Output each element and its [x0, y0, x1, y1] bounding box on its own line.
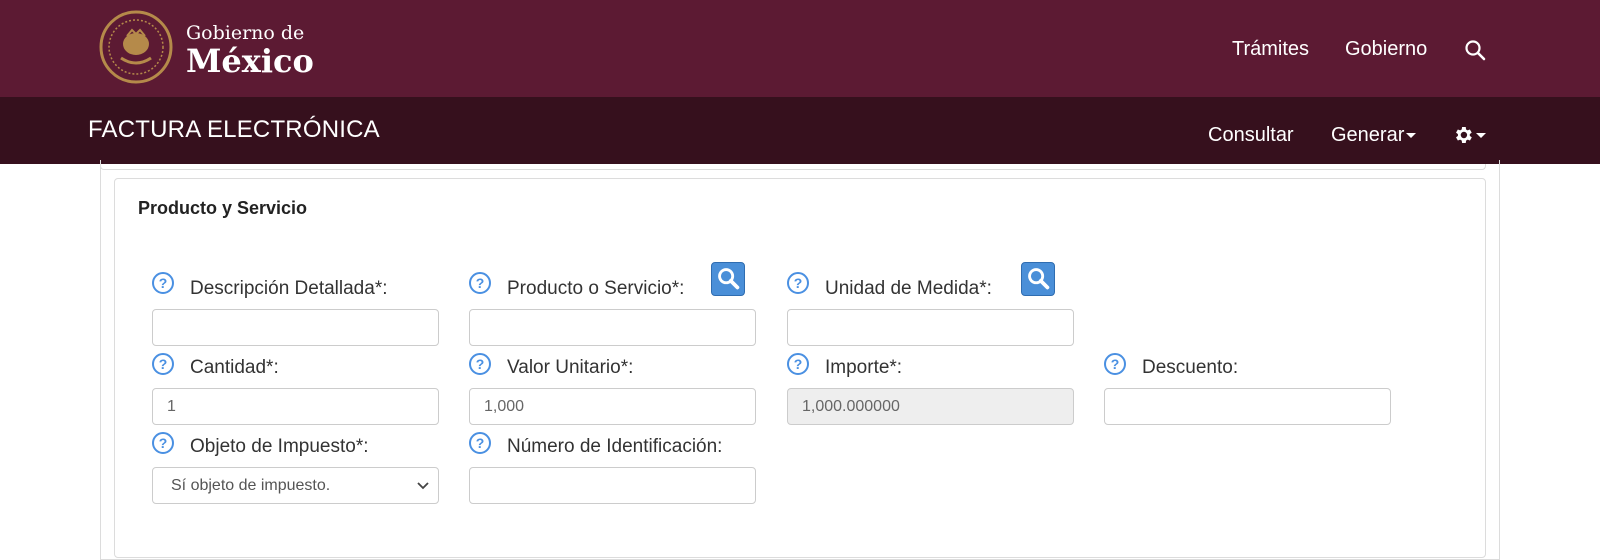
valor-unitario-label: Valor Unitario*: [507, 357, 634, 378]
help-circle-icon[interactable]: ? [152, 272, 174, 294]
previous-panel-edge [100, 164, 1486, 170]
section-title: Producto y Servicio [138, 198, 308, 218]
cantidad-input[interactable] [152, 388, 439, 425]
descuento-input[interactable] [1104, 388, 1391, 425]
help-circle-icon[interactable]: ? [469, 353, 491, 375]
unidad-input[interactable] [787, 309, 1074, 346]
search-producto-button[interactable] [711, 262, 745, 296]
caret-down-icon [1406, 133, 1417, 139]
help-circle-icon[interactable]: ? [152, 432, 174, 454]
help-circle-icon[interactable]: ? [787, 353, 809, 375]
descripcion-label: Descripción Detallada*: [190, 278, 388, 299]
numero-identificacion-input[interactable] [469, 467, 756, 504]
chevron-down-icon [417, 482, 429, 490]
help-circle-icon[interactable]: ? [152, 353, 174, 375]
caret-down-icon [1476, 132, 1486, 138]
help-circle-icon[interactable]: ? [469, 272, 491, 294]
valor-unitario-input[interactable] [469, 388, 756, 425]
nav-gobierno[interactable]: Gobierno [1345, 38, 1427, 61]
brand-small: Gobierno de [186, 22, 305, 44]
search-unidad-button[interactable] [1021, 262, 1055, 296]
descuento-label: Descuento: [1142, 357, 1239, 378]
help-circle-icon[interactable]: ? [787, 272, 809, 294]
objeto-impuesto-select[interactable]: Sí objeto de impuesto. [152, 467, 439, 504]
nav-consultar[interactable]: Consultar [1208, 124, 1294, 147]
brand-big: México [186, 42, 314, 80]
nav-tramites[interactable]: Trámites [1232, 38, 1309, 61]
app-title[interactable]: FACTURA ELECTRÓNICA [88, 116, 380, 144]
importe-input [787, 388, 1074, 425]
objeto-impuesto-selected: Sí objeto de impuesto. [171, 477, 331, 494]
numero-identificacion-label: Número de Identificación: [507, 436, 723, 457]
importe-label: Importe*: [825, 357, 903, 378]
unidad-label: Unidad de Medida*: [825, 278, 992, 299]
nav-generar[interactable]: Generar [1331, 124, 1417, 147]
search-icon[interactable] [1464, 39, 1486, 61]
nav-generar-label: Generar [1331, 124, 1405, 146]
producto-input[interactable] [469, 309, 756, 346]
help-circle-icon[interactable]: ? [469, 432, 491, 454]
gear-icon [1456, 127, 1472, 143]
producto-label: Producto o Servicio*: [507, 278, 685, 299]
cantidad-label: Cantidad*: [190, 357, 279, 378]
seal-icon [99, 10, 173, 84]
brand-logo[interactable]: Gobierno de México [186, 22, 314, 78]
help-circle-icon[interactable]: ? [1104, 353, 1126, 375]
objeto-impuesto-label: Objeto de Impuesto*: [190, 436, 369, 457]
descripcion-input[interactable] [152, 309, 439, 346]
settings-menu[interactable] [1452, 124, 1486, 146]
